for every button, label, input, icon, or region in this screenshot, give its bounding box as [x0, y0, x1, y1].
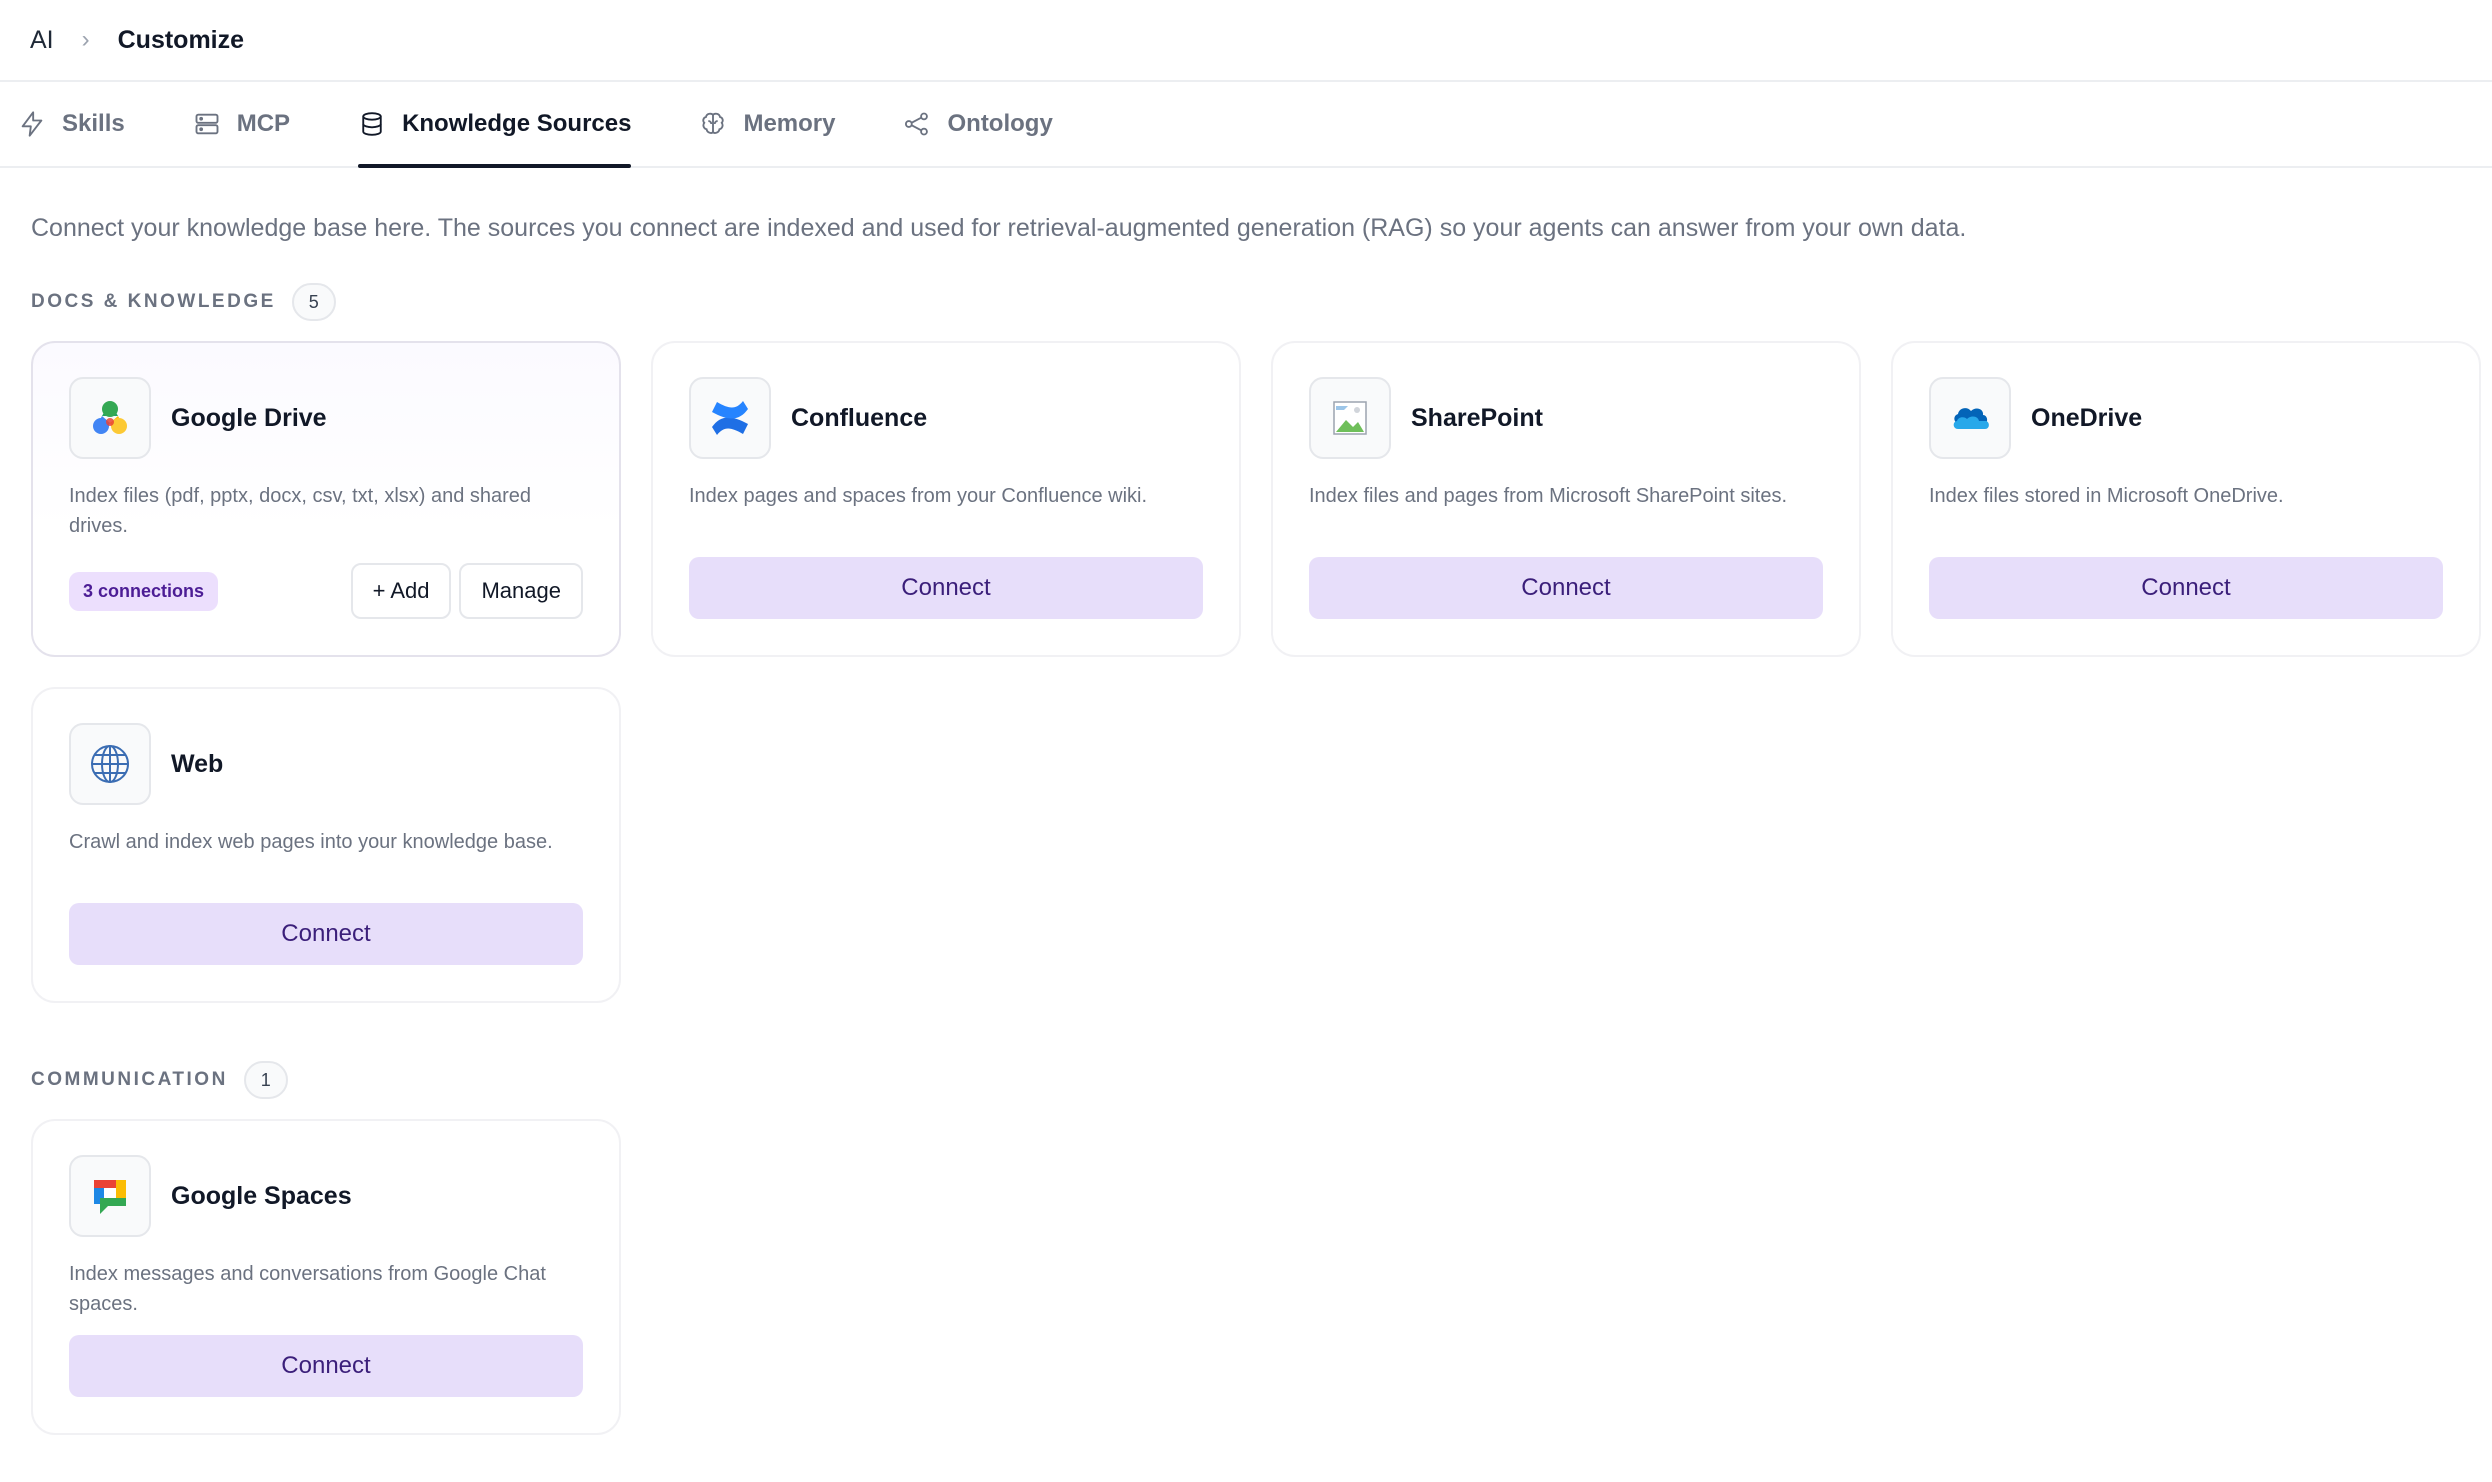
lightning-icon	[21, 111, 43, 137]
card-header: Web	[69, 723, 583, 805]
card-title: Web	[171, 749, 224, 778]
icon-container	[69, 723, 151, 805]
card-header: Confluence	[689, 377, 1203, 459]
onedrive-cloud-icon	[1953, 408, 1989, 429]
icon-container	[69, 1155, 151, 1237]
card-title: Confluence	[791, 403, 928, 432]
tab-label: Skills	[62, 110, 125, 137]
breadcrumb-root[interactable]: AI	[30, 26, 54, 55]
connect-button[interactable]: Connect	[1929, 557, 2443, 619]
icon-container	[69, 377, 151, 459]
database-icon	[362, 112, 382, 136]
section-count-badge: 1	[243, 1061, 288, 1099]
brain-icon	[702, 112, 725, 134]
card-actions: 3 connections + Add Manage	[69, 563, 583, 619]
section-title: COMMUNICATION	[31, 1069, 228, 1090]
connect-button[interactable]: Connect	[689, 557, 1203, 619]
card-actions: Connect	[1929, 557, 2443, 619]
card-title: Google Spaces	[171, 1181, 352, 1210]
source-card-google-spaces: Google Spaces Index messages and convers…	[31, 1119, 621, 1435]
tab-knowledge-sources[interactable]: Knowledge Sources	[358, 82, 632, 168]
intro-text: Connect your knowledge base here. The so…	[31, 214, 1967, 242]
globe-icon	[91, 745, 129, 783]
card-description: Index files and pages from Microsoft Sha…	[1309, 485, 1788, 507]
tab-label: MCP	[236, 110, 291, 137]
source-card-sharepoint: SharePoint Index files and pages from Mi…	[1271, 341, 1861, 657]
card-description: Index pages and spaces from your Conflue…	[689, 485, 1148, 507]
card-description: Index messages and conversations from Go…	[69, 1263, 546, 1315]
icon-container	[1309, 377, 1391, 459]
tab-mcp[interactable]: MCP	[193, 82, 290, 166]
docs-grid: Google Drive Index files (pdf, pptx, doc…	[31, 341, 2492, 1003]
server-icon	[195, 113, 219, 135]
communication-grid: Google Spaces Index messages and convers…	[31, 1119, 2492, 1435]
icon-container	[689, 377, 771, 459]
card-actions: Connect	[69, 1335, 583, 1397]
card-description: Index files (pdf, pptx, docx, csv, txt, …	[69, 485, 532, 537]
section-header-communication: COMMUNICATION 1	[31, 1061, 2492, 1099]
confluence-icon	[712, 401, 748, 435]
tab-label: Knowledge Sources	[402, 110, 632, 137]
card-header: Google Drive	[69, 377, 583, 459]
card-actions: Connect	[1309, 557, 1823, 619]
card-description: Index files stored in Microsoft OneDrive…	[1929, 485, 2284, 507]
tab-label: Ontology	[947, 110, 1053, 137]
card-title: Google Drive	[171, 403, 327, 432]
page-title: Customize	[117, 25, 245, 54]
source-card-onedrive: OneDrive Index files stored in Microsoft…	[1891, 341, 2481, 657]
add-connection-button[interactable]: + Add	[350, 563, 452, 619]
card-description: Crawl and index web pages into your know…	[69, 831, 553, 853]
section-header-docs: DOCS & KNOWLEDGE 5	[31, 283, 2492, 321]
icon-container	[1929, 377, 2011, 459]
card-button-group: + Add Manage	[343, 563, 583, 619]
google-chat-icon	[94, 1180, 126, 1214]
google-drive-icon	[93, 401, 127, 434]
section-title: DOCS & KNOWLEDGE	[31, 291, 276, 312]
main-content: Connect your knowledge base here. The so…	[0, 214, 2492, 1435]
manage-button[interactable]: Manage	[459, 563, 583, 619]
card-title: OneDrive	[2031, 403, 2143, 432]
section-count-badge: 5	[291, 283, 336, 321]
breadcrumb-separator: ›	[81, 26, 90, 53]
tab-memory[interactable]: Memory	[699, 82, 835, 166]
tab-skills[interactable]: Skills	[18, 82, 125, 166]
connect-button[interactable]: Connect	[69, 1335, 583, 1397]
connect-button[interactable]: Connect	[1309, 557, 1823, 619]
connections-badge: 3 connections	[69, 571, 219, 611]
graph-icon	[905, 112, 929, 136]
broken-image-icon	[1333, 401, 1367, 435]
connect-button[interactable]: Connect	[69, 903, 583, 965]
tab-ontology[interactable]: Ontology	[903, 82, 1053, 166]
card-actions: Connect	[69, 903, 583, 965]
card-header: SharePoint	[1309, 377, 1823, 459]
card-header: Google Spaces	[69, 1155, 583, 1237]
tab-bar: Skills MCP Knowledge Sources Memory Onto…	[0, 82, 2492, 168]
card-title: SharePoint	[1411, 403, 1543, 432]
tab-label: Memory	[743, 110, 836, 137]
card-header: OneDrive	[1929, 377, 2443, 459]
source-card-confluence: Confluence Index pages and spaces from y…	[651, 341, 1241, 657]
source-card-google-drive: Google Drive Index files (pdf, pptx, doc…	[31, 341, 621, 657]
card-actions: Connect	[689, 557, 1203, 619]
top-bar: AI › Customize	[0, 0, 2492, 82]
source-card-web: Web Crawl and index web pages into your …	[31, 687, 621, 1003]
